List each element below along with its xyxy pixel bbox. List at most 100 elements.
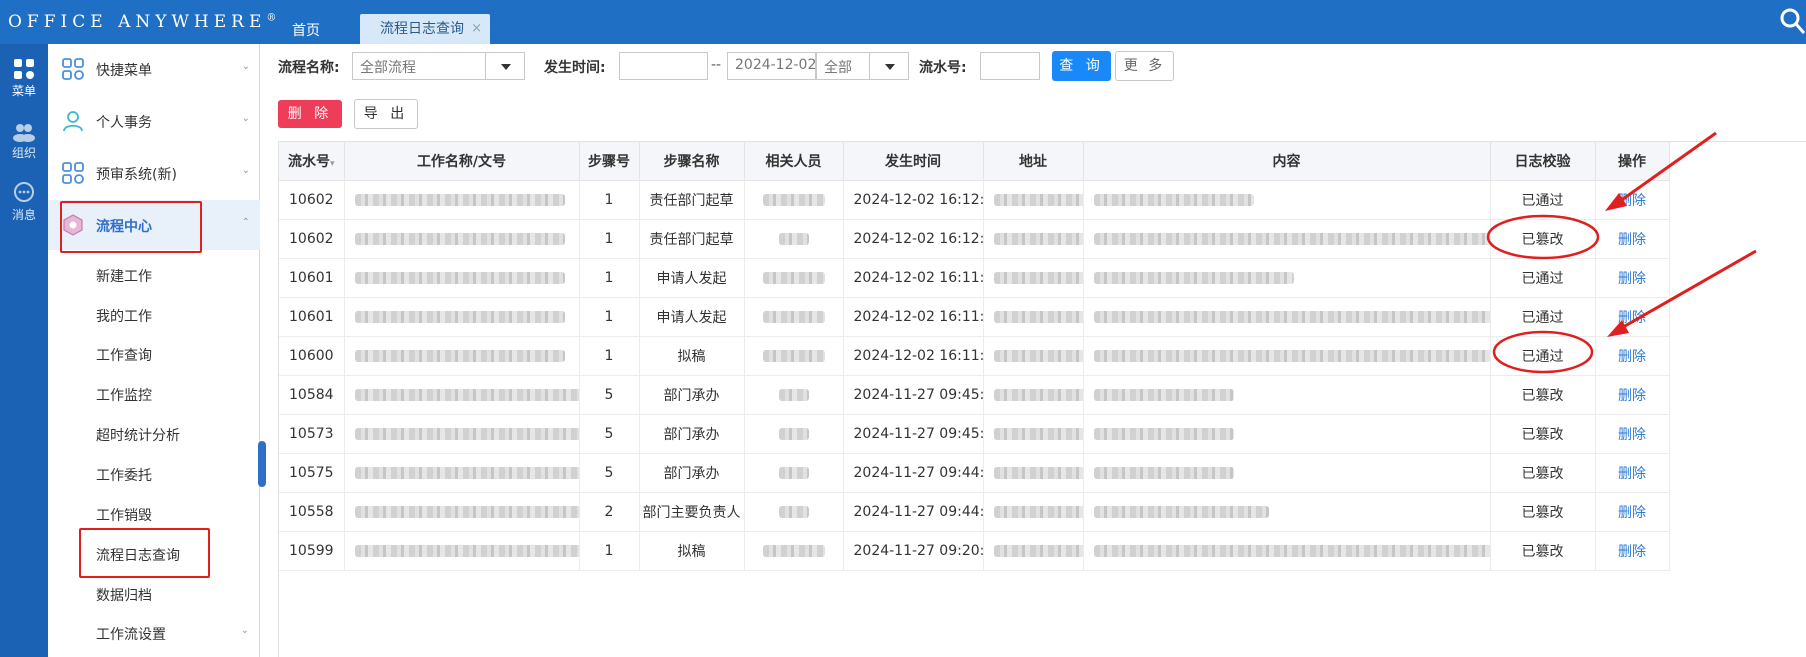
- table-row[interactable]: 10575 5部门承办 2024-11-27 09:44:59 已篡改删除: [279, 453, 1670, 493]
- delete-link[interactable]: 删除: [1595, 258, 1670, 298]
- cell-address: [983, 453, 1084, 493]
- tab-flow-log-query[interactable]: 流程日志查询 ×: [360, 14, 490, 44]
- cell-address: [983, 258, 1084, 298]
- delete-link[interactable]: 删除: [1595, 297, 1670, 337]
- sort-icon: ▾: [329, 158, 335, 169]
- table-row[interactable]: 10602 1责任部门起草 2024-12-02 16:12:01 已篡改删除: [279, 219, 1670, 259]
- delete-link[interactable]: 删除: [1595, 375, 1670, 415]
- delete-link[interactable]: 删除: [1595, 492, 1670, 532]
- tab-home[interactable]: 首页: [292, 16, 320, 46]
- time-end-input[interactable]: 2024-12-02: [727, 52, 816, 80]
- rail-msg-label: 消息: [11, 208, 36, 222]
- tab-close-icon[interactable]: ×: [471, 14, 482, 44]
- serial-input[interactable]: [980, 52, 1040, 80]
- cell-serial: 10601: [279, 258, 345, 298]
- sidebar-item-workflow-settings[interactable]: 工作流设置: [96, 624, 166, 650]
- redacted-text: [993, 505, 1082, 518]
- time-scope-select[interactable]: 全部: [816, 52, 870, 80]
- cell-address: [983, 414, 1084, 454]
- sidebar-item-new-work[interactable]: 新建工作: [96, 266, 152, 292]
- cell-address: [983, 531, 1084, 571]
- redacted-text: [354, 271, 565, 284]
- cell-work-name: [344, 297, 580, 337]
- cell-step-no: 1: [579, 297, 640, 337]
- delete-link[interactable]: 删除: [1595, 453, 1670, 493]
- chevron-down-icon: ⌄: [240, 625, 249, 636]
- table-row[interactable]: 10558 2部门主要负责人 2024-11-27 09:44:46 已篡改删除: [279, 492, 1670, 532]
- time-scope-dropdown-icon[interactable]: [869, 52, 909, 80]
- export-button[interactable]: 导 出: [354, 99, 418, 129]
- sidebar-collapse-handle[interactable]: [258, 441, 266, 487]
- cell-content: [1083, 414, 1491, 454]
- more-button[interactable]: 更 多: [1115, 51, 1174, 81]
- cell-content: [1083, 219, 1491, 259]
- table-row[interactable]: 10584 5部门承办 2024-11-27 09:45:58 已篡改删除: [279, 375, 1670, 415]
- table-row[interactable]: 10602 1责任部门起草 2024-12-02 16:12:24 已通过删除: [279, 180, 1670, 220]
- delete-link[interactable]: 删除: [1595, 531, 1670, 571]
- cell-time: 2024-11-27 09:44:46: [843, 492, 984, 532]
- sidebar-group-shortcuts[interactable]: 快捷菜单 ⌄: [48, 44, 260, 94]
- redacted-text: [778, 232, 809, 245]
- cell-address: [983, 297, 1084, 337]
- sidebar-item-work-monitor[interactable]: 工作监控: [96, 385, 152, 411]
- redacted-text: [354, 193, 565, 206]
- redacted-text: [993, 466, 1082, 479]
- flow-name-select[interactable]: 全部流程: [352, 52, 486, 80]
- cell-log-check: 已通过: [1490, 180, 1596, 220]
- sidebar-group-personal[interactable]: 个人事务 ⌄: [48, 96, 260, 146]
- cell-work-name: [344, 219, 580, 259]
- highlight-box-flow-center: [60, 201, 202, 253]
- cell-serial: 10558: [279, 492, 345, 532]
- delete-link[interactable]: 删除: [1595, 414, 1670, 454]
- table-row[interactable]: 10599 1拟稿 2024-11-27 09:20:06 已篡改删除: [279, 531, 1670, 571]
- redacted-text: [1093, 232, 1489, 245]
- sidebar-item-my-work[interactable]: 我的工作: [96, 306, 152, 332]
- cell-serial: 10575: [279, 453, 345, 493]
- delete-link[interactable]: 删除: [1595, 180, 1670, 220]
- redacted-text: [354, 505, 578, 518]
- cell-step-no: 1: [579, 258, 640, 298]
- cell-step-no: 1: [579, 219, 640, 259]
- rail-org[interactable]: 组织: [0, 122, 48, 161]
- rail-menu[interactable]: 菜单: [0, 58, 48, 99]
- redacted-text: [993, 388, 1082, 401]
- cell-related-user: [744, 414, 844, 454]
- cell-related-user: [744, 219, 844, 259]
- cell-log-check: 已通过: [1490, 297, 1596, 337]
- cell-step-no: 5: [579, 375, 640, 415]
- chevron-down-icon: ⌄: [241, 61, 250, 72]
- flow-name-dropdown-icon[interactable]: [485, 52, 525, 80]
- query-button[interactable]: 查 询: [1052, 51, 1111, 81]
- table-row[interactable]: 10600 1拟稿 2024-12-02 16:11:18 已通过删除: [279, 336, 1670, 376]
- cell-address: [983, 180, 1084, 220]
- redacted-text: [1093, 193, 1254, 206]
- highlight-box-flow-log-query: [79, 528, 210, 578]
- sidebar-item-data-archive[interactable]: 数据归档: [96, 585, 152, 611]
- redacted-text: [1093, 466, 1234, 479]
- table-row[interactable]: 10601 1申请人发起 2024-12-02 16:11:33 已通过删除: [279, 297, 1670, 337]
- delete-button[interactable]: 删 除: [278, 100, 342, 128]
- table-row[interactable]: 10601 1申请人发起 2024-12-02 16:11:50 已通过删除: [279, 258, 1670, 298]
- sidebar-item-work-query[interactable]: 工作查询: [96, 345, 152, 371]
- cell-step-no: 1: [579, 180, 640, 220]
- table-row[interactable]: 10573 5部门承办 2024-11-27 09:45:09 已篡改删除: [279, 414, 1670, 454]
- redacted-text: [354, 388, 578, 401]
- search-icon[interactable]: [1778, 6, 1806, 36]
- sidebar-group-label: 预审系统(新): [96, 167, 177, 183]
- redacted-text: [354, 232, 565, 245]
- cell-content: [1083, 453, 1491, 493]
- delete-link[interactable]: 删除: [1595, 336, 1670, 376]
- cell-related-user: [744, 531, 844, 571]
- cell-address: [983, 375, 1084, 415]
- sidebar-group-pre-review[interactable]: 预审系统(新) ⌄: [48, 148, 260, 198]
- col-serial[interactable]: 流水号▾: [279, 142, 345, 181]
- rail-msg[interactable]: 消息: [0, 182, 48, 223]
- time-start-input[interactable]: [619, 52, 708, 80]
- flow-log-table: 流水号▾ 工作名称/文号 步骤号 步骤名称 相关人员 发生时间 地址 内容 日志…: [279, 142, 1670, 571]
- sidebar-item-work-delegate[interactable]: 工作委托: [96, 465, 152, 491]
- cell-work-name: [344, 414, 580, 454]
- sidebar-item-timeout-analysis[interactable]: 超时统计分析: [96, 425, 180, 451]
- delete-link[interactable]: 删除: [1595, 219, 1670, 259]
- redacted-text: [354, 427, 578, 440]
- cell-time: 2024-12-02 16:12:24: [843, 180, 984, 220]
